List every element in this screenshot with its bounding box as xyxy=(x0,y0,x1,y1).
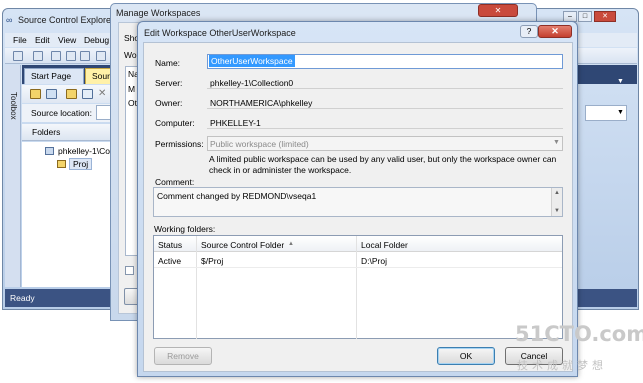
permissions-description: A limited public workspace can be used b… xyxy=(209,154,557,175)
column-source-control-folder[interactable]: Source Control Folder xyxy=(201,240,284,250)
sort-ascending-icon: ▲ xyxy=(288,241,294,247)
server-icon xyxy=(45,147,54,155)
row-local-cell[interactable]: D:\Proj xyxy=(361,256,387,266)
manage-row-1[interactable]: M xyxy=(128,84,135,94)
owner-value: NORTHAMERICA\phkelley xyxy=(210,98,313,108)
maximize-icon[interactable]: □ xyxy=(578,11,592,22)
vs-app-icon: ∞ xyxy=(6,15,13,25)
column-divider xyxy=(196,236,197,339)
chevron-down-icon[interactable]: ▼ xyxy=(617,109,624,116)
tree-item-proj[interactable]: Proj xyxy=(69,158,93,170)
manage-workspaces-title: Manage Workspaces xyxy=(116,8,201,18)
new-folder-icon[interactable] xyxy=(66,89,77,99)
permissions-label: Permissions: xyxy=(155,139,204,149)
new-project-icon[interactable] xyxy=(13,51,23,61)
manage-close-button[interactable]: ✕ xyxy=(478,4,518,17)
chevron-down-icon[interactable]: ▼ xyxy=(553,139,560,146)
folder-icon[interactable] xyxy=(30,89,41,99)
owner-label: Owner: xyxy=(155,98,183,108)
column-local-folder[interactable]: Local Folder xyxy=(361,240,408,250)
manage-row-2[interactable]: Ot xyxy=(128,98,137,108)
delete-icon[interactable]: ✕ xyxy=(98,88,106,99)
save-all-icon[interactable] xyxy=(80,51,90,61)
column-status[interactable]: Status xyxy=(158,240,182,250)
name-label: Name: xyxy=(155,58,181,68)
status-text: Ready xyxy=(10,293,35,303)
comment-value[interactable]: Comment changed by REDMOND\vseqa1 xyxy=(157,191,316,201)
remove-button[interactable]: Remove xyxy=(154,347,212,365)
menu-debug[interactable]: Debug xyxy=(84,35,109,45)
tab-start-page[interactable]: Start Page xyxy=(24,68,84,84)
vs-window-title: Source Control Explore xyxy=(18,15,112,25)
computer-value: PHKELLEY-1 xyxy=(210,118,261,128)
source-location-label: Source location: xyxy=(31,108,92,118)
add-files-icon[interactable] xyxy=(82,89,93,99)
ok-button[interactable]: OK xyxy=(437,347,495,365)
scroll-down-icon[interactable]: ▼ xyxy=(554,208,560,214)
save-icon[interactable] xyxy=(66,51,76,61)
working-folders-label: Working folders: xyxy=(154,224,216,234)
name-field-value[interactable]: OtherUserWorkspace xyxy=(209,55,295,67)
folder-icon xyxy=(57,160,66,168)
server-value: phkelley-1\Collection0 xyxy=(210,78,294,88)
column-divider xyxy=(356,236,357,339)
open-file-icon[interactable] xyxy=(51,51,61,61)
row-status-cell[interactable]: Active xyxy=(158,256,181,266)
row-source-cell[interactable]: $/Proj xyxy=(201,256,223,266)
add-item-icon[interactable] xyxy=(33,51,43,61)
close-button[interactable]: ✕ xyxy=(538,25,572,38)
refresh-icon[interactable] xyxy=(46,89,57,99)
vs-close-button[interactable]: ✕ xyxy=(594,11,616,22)
help-button[interactable]: ? xyxy=(520,25,538,38)
menu-file[interactable]: File xyxy=(13,35,27,45)
server-label: Server: xyxy=(155,78,183,88)
computer-label: Computer: xyxy=(155,118,195,128)
menu-view[interactable]: View xyxy=(58,35,76,45)
cut-icon[interactable] xyxy=(96,51,106,61)
tab-dropdown-icon[interactable]: ▼ xyxy=(617,78,624,85)
menu-edit[interactable]: Edit xyxy=(35,35,50,45)
scroll-up-icon[interactable]: ▲ xyxy=(554,190,560,196)
manage-workspaces-label: Wo xyxy=(124,50,137,60)
watermark-logo: 51CTO.com xyxy=(515,322,643,346)
permissions-value[interactable]: Public workspace (limited) xyxy=(210,139,309,149)
folders-label: Folders xyxy=(32,127,61,137)
toolbox-label[interactable]: Toolbox xyxy=(9,92,18,120)
watermark-slogan: 技术成就梦想 xyxy=(517,359,607,372)
manage-checkbox[interactable] xyxy=(125,266,134,275)
edit-workspace-title: Edit Workspace OtherUserWorkspace xyxy=(144,28,296,38)
comment-label: Comment: xyxy=(155,177,195,187)
